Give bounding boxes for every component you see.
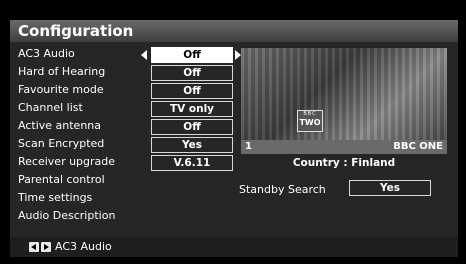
menu-item-channel-list[interactable]: Channel list TV only: [18, 100, 244, 118]
menu-item-label: Receiver upgrade: [18, 155, 116, 168]
right-key-icon: [41, 242, 51, 252]
channel-logo: BBC TWO: [297, 110, 323, 132]
menu-item-audio-description[interactable]: Audio Description: [18, 208, 244, 226]
configuration-panel: Configuration AC3 Audio Off Hard of Hear…: [10, 20, 458, 257]
preview-image: [241, 48, 447, 140]
menu-item-label: AC3 Audio: [18, 47, 75, 60]
menu-item-active-antenna[interactable]: Active antenna Off: [18, 118, 244, 136]
country-label: Country : Finland: [292, 157, 396, 169]
menu-item-label: Channel list: [18, 101, 83, 114]
tv-screen: Configuration AC3 Audio Off Hard of Hear…: [0, 0, 466, 264]
arrow-left-icon[interactable]: [141, 50, 147, 60]
channel-preview: BBC TWO: [241, 48, 447, 140]
page-title: Configuration: [18, 22, 134, 40]
hard-of-hearing-value[interactable]: Off: [151, 65, 233, 81]
standby-search-label: Standby Search: [239, 183, 326, 196]
channel-info-bar: 1 BBC ONE: [241, 140, 447, 154]
menu-item-favourite-mode[interactable]: Favourite mode Off: [18, 82, 244, 100]
channel-name: BBC ONE: [393, 141, 443, 152]
menu-item-label: Time settings: [18, 191, 93, 204]
menu-item-label: Hard of Hearing: [18, 65, 106, 78]
left-key-icon: [29, 242, 39, 252]
active-antenna-value[interactable]: Off: [151, 119, 233, 135]
menu-item-parental-control[interactable]: Parental control: [18, 172, 244, 190]
channel-number: 1: [245, 141, 252, 152]
menu-item-hard-of-hearing[interactable]: Hard of Hearing Off: [18, 64, 244, 82]
menu-item-label: Parental control: [18, 173, 105, 186]
help-bar: AC3 Audio: [10, 237, 458, 257]
menu-item-time-settings[interactable]: Time settings: [18, 190, 244, 208]
settings-menu: AC3 Audio Off Hard of Hearing Off Favour…: [18, 46, 244, 226]
menu-item-label: Audio Description: [18, 209, 116, 222]
menu-item-ac3-audio[interactable]: AC3 Audio Off: [18, 46, 244, 64]
scan-encrypted-value[interactable]: Yes: [151, 137, 233, 153]
standby-search-value[interactable]: Yes: [349, 180, 431, 196]
favourite-mode-value[interactable]: Off: [151, 83, 233, 99]
menu-item-receiver-upgrade[interactable]: Receiver upgrade V.6.11: [18, 154, 244, 172]
receiver-upgrade-value[interactable]: V.6.11: [151, 155, 233, 171]
channel-list-value[interactable]: TV only: [151, 101, 233, 117]
help-hint: AC3 Audio: [55, 240, 112, 253]
menu-item-label: Favourite mode: [18, 83, 104, 96]
logo-bottom-text: TWO: [299, 118, 321, 127]
ac3-audio-value[interactable]: Off: [151, 47, 233, 63]
menu-item-scan-encrypted[interactable]: Scan Encrypted Yes: [18, 136, 244, 154]
logo-top-text: BBC: [303, 111, 317, 117]
menu-item-label: Scan Encrypted: [18, 137, 105, 150]
title-bar: Configuration: [10, 20, 458, 42]
menu-item-label: Active antenna: [18, 119, 101, 132]
